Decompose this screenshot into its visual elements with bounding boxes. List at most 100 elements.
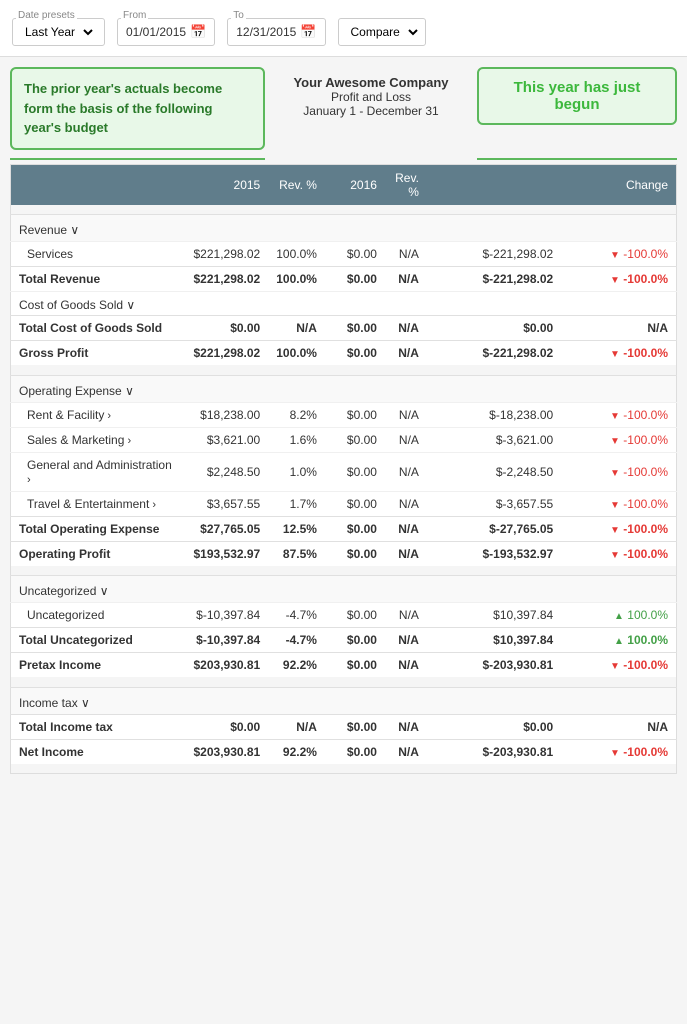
total-cogs-rev1: N/A [268,316,325,341]
col-2015: 2015 [186,164,269,205]
pretax-income-2015: $203,930.81 [186,653,269,678]
pretax-income-change: $-203,930.81 [427,653,561,678]
gen-admin-2015: $2,248.50 [186,452,269,491]
travel-entertainment-pct: -100.0% [623,497,668,511]
gen-admin-rev1: 1.0% [268,452,325,491]
net-income-rev1: 92.2% [268,739,325,764]
rent-facility-chgpct: ▼ -100.0% [561,402,676,427]
uncategorized-2015: $-10,397.84 [186,603,269,628]
total-uncategorized-rev1: -4.7% [268,628,325,653]
total-income-tax-name: Total Income tax [11,714,186,739]
company-report: Profit and Loss [275,90,467,104]
gross-profit-row: Gross Profit $221,298.02 100.0% $0.00 N/… [11,341,677,366]
opex-section-header: Operating Expense ∨ [11,375,677,402]
date-preset-label: Date presets [16,10,77,21]
sales-marketing-2015: $3,621.00 [186,427,269,452]
gen-admin-chgpct: ▼ -100.0% [561,452,676,491]
indicator-line [10,158,677,162]
total-opex-pct: -100.0% [623,522,668,536]
opex-label[interactable]: Operating Expense ∨ [11,375,677,402]
gen-admin-name[interactable]: General and Administration [11,452,186,491]
travel-entertainment-rev1: 1.7% [268,491,325,516]
indicator-right [477,158,677,162]
callout-left: The prior year's actuals become form the… [10,67,265,150]
travel-entertainment-name[interactable]: Travel & Entertainment [11,491,186,516]
pretax-income-rev2: N/A [385,653,427,678]
total-opex-2016: $0.00 [325,516,385,541]
total-revenue-arrow: ▼ [610,275,620,286]
report-table: 2015 Rev. % 2016 Rev. % Change Revenue ∨… [10,164,677,775]
total-income-tax-change: $0.00 [427,714,561,739]
sales-marketing-row: Sales & Marketing $3,621.00 1.6% $0.00 N… [11,427,677,452]
gross-profit-arrow: ▼ [610,349,620,360]
uncategorized-chgpct: ▲ 100.0% [561,603,676,628]
col-rev1: Rev. % [268,164,325,205]
total-cogs-name: Total Cost of Goods Sold [11,316,186,341]
date-preset-select[interactable]: Last Year [21,24,96,40]
revenue-label[interactable]: Revenue ∨ [11,215,677,242]
services-rev1: 100.0% [268,242,325,267]
total-cogs-2016: $0.00 [325,316,385,341]
net-income-2016: $0.00 [325,739,385,764]
date-preset-group: Date presets Last Year [12,18,105,46]
pretax-income-rev1: 92.2% [268,653,325,678]
compare-select[interactable]: Compare [347,24,421,40]
travel-entertainment-chgpct: ▼ -100.0% [561,491,676,516]
sales-marketing-rev1: 1.6% [268,427,325,452]
pretax-income-name: Pretax Income [11,653,186,678]
travel-entertainment-change: $-3,657.55 [427,491,561,516]
total-uncategorized-change: $10,397.84 [427,628,561,653]
total-income-tax-rev1: N/A [268,714,325,739]
net-income-name: Net Income [11,739,186,764]
income-tax-label[interactable]: Income tax ∨ [11,687,677,714]
total-opex-row: Total Operating Expense $27,765.05 12.5%… [11,516,677,541]
pretax-income-2016: $0.00 [325,653,385,678]
rent-facility-rev1: 8.2% [268,402,325,427]
total-income-tax-2015: $0.00 [186,714,269,739]
total-uncategorized-2016: $0.00 [325,628,385,653]
travel-entertainment-2015: $3,657.55 [186,491,269,516]
total-uncategorized-2015: $-10,397.84 [186,628,269,653]
to-date-input[interactable]: 12/31/2015 📅 [227,18,325,46]
rent-facility-pct: -100.0% [623,408,668,422]
gross-profit-change: $-221,298.02 [427,341,561,366]
travel-entertainment-2016: $0.00 [325,491,385,516]
spacer-4 [11,677,677,687]
sales-marketing-name[interactable]: Sales & Marketing [11,427,186,452]
cogs-section-header: Cost of Goods Sold ∨ [11,292,677,316]
from-date-input[interactable]: 01/01/2015 📅 [117,18,215,46]
from-date-group: From 01/01/2015 📅 [117,18,215,46]
total-cogs-row: Total Cost of Goods Sold $0.00 N/A $0.00… [11,316,677,341]
travel-entertainment-row: Travel & Entertainment $3,657.55 1.7% $0… [11,491,677,516]
services-change: $-221,298.02 [427,242,561,267]
income-tax-section-header: Income tax ∨ [11,687,677,714]
gross-profit-rev2: N/A [385,341,427,366]
total-opex-rev1: 12.5% [268,516,325,541]
uncategorized-change: $10,397.84 [427,603,561,628]
total-revenue-row: Total Revenue $221,298.02 100.0% $0.00 N… [11,267,677,292]
total-uncategorized-chgpct: ▲ 100.0% [561,628,676,653]
sales-marketing-change: $-3,621.00 [427,427,561,452]
total-revenue-2015: $221,298.02 [186,267,269,292]
callout-right: This year has just begun [477,67,677,125]
rent-facility-name[interactable]: Rent & Facility [11,402,186,427]
total-revenue-chgpct: ▼ -100.0% [561,267,676,292]
uncategorized-section-header: Uncategorized ∨ [11,576,677,603]
net-income-arrow: ▼ [610,748,620,759]
date-preset-input[interactable]: Last Year [12,18,105,46]
to-date-group: To 12/31/2015 📅 [227,18,325,46]
compare-input[interactable]: Compare [338,18,426,46]
pretax-income-pct: -100.0% [623,658,668,672]
pretax-income-row: Pretax Income $203,930.81 92.2% $0.00 N/… [11,653,677,678]
col-rev2: Rev. % [385,164,427,205]
gen-admin-arrow: ▼ [610,468,620,479]
column-header-row: 2015 Rev. % 2016 Rev. % Change [11,164,677,205]
services-chg-pct-val: -100.0% [623,247,668,261]
operating-profit-change: $-193,532.97 [427,541,561,566]
pretax-income-chgpct: ▼ -100.0% [561,653,676,678]
uncategorized-label[interactable]: Uncategorized ∨ [11,576,677,603]
operating-profit-2016: $0.00 [325,541,385,566]
pretax-income-arrow: ▼ [610,661,620,672]
col-change: Change [427,164,677,205]
cogs-label[interactable]: Cost of Goods Sold ∨ [11,292,677,316]
